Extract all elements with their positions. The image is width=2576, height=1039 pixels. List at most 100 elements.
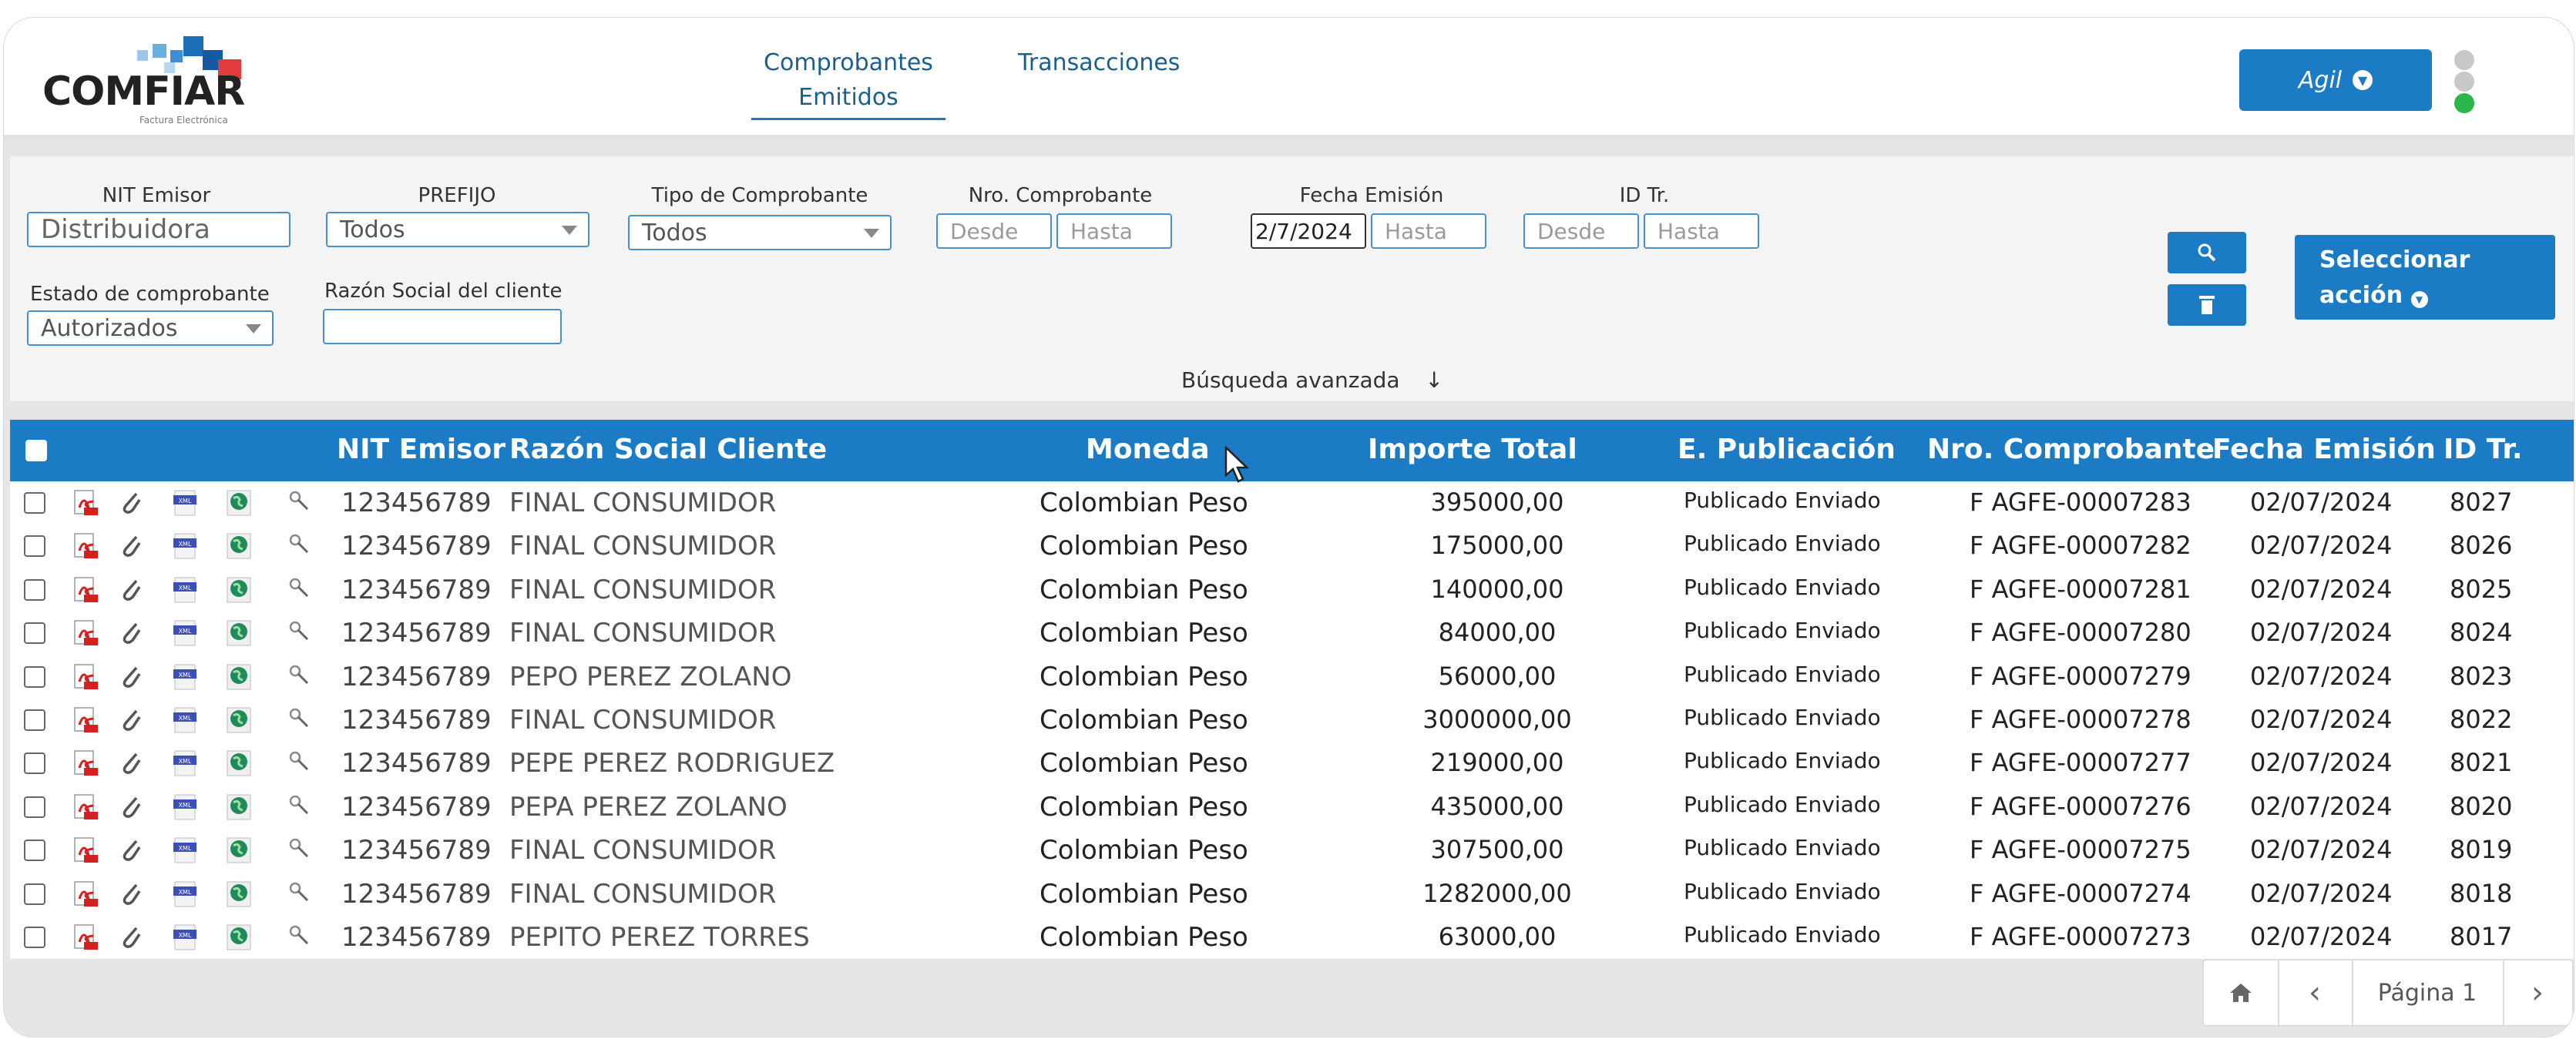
xml-icon[interactable]: XML — [172, 619, 198, 650]
row-checkbox[interactable] — [24, 840, 45, 862]
row-checkbox[interactable] — [24, 883, 45, 905]
pdf-icon[interactable] — [73, 706, 99, 737]
xml-icon[interactable]: XML — [172, 923, 198, 954]
xml-icon[interactable]: XML — [172, 880, 198, 911]
table-row[interactable]: XML 123456789 PEPE PEREZ RODRIGUEZ Colombia… — [10, 742, 2574, 785]
search-icon[interactable] — [287, 576, 311, 602]
table-row[interactable]: XML 123456789 PEPA PEREZ ZOLANO Colombian P… — [10, 786, 2574, 829]
table-row[interactable]: XML 123456789 FINAL CONSUMIDOR Colombian Pe… — [10, 481, 2574, 525]
xml-icon[interactable]: XML — [172, 793, 198, 824]
row-checkbox[interactable] — [24, 709, 45, 731]
search-button[interactable] — [2168, 232, 2246, 273]
xml-icon[interactable]: XML — [172, 749, 198, 780]
column-header-publicacion[interactable]: E. Publicación — [1678, 434, 1896, 465]
search-icon[interactable] — [287, 532, 311, 558]
column-header-nit[interactable]: NIT Emisor — [337, 434, 505, 465]
xml-icon[interactable]: XML — [172, 836, 198, 867]
attachment-icon[interactable] — [119, 576, 143, 605]
pdf-icon[interactable] — [73, 749, 99, 780]
globe-icon[interactable] — [226, 836, 252, 867]
pdf-icon[interactable] — [73, 923, 99, 954]
table-row[interactable]: XML 123456789 FINAL CONSUMIDOR Colombian Pe… — [10, 873, 2574, 916]
row-checkbox[interactable] — [24, 578, 45, 601]
globe-icon[interactable] — [226, 663, 252, 694]
tab-comprobantes-emitidos[interactable]: Comprobantes Emitidos — [751, 45, 945, 120]
column-header-nro[interactable]: Nro. Comprobante — [1927, 434, 2215, 465]
previous-page-button[interactable]: ‹ — [2278, 960, 2353, 1025]
column-header-fecha[interactable]: Fecha Emisión — [2212, 434, 2436, 465]
attachment-icon[interactable] — [119, 489, 143, 518]
search-icon[interactable] — [287, 706, 311, 732]
nro-desde-input[interactable]: Desde — [936, 213, 1052, 249]
pdf-icon[interactable] — [73, 532, 99, 563]
xml-icon[interactable]: XML — [172, 706, 198, 737]
attachment-icon[interactable] — [119, 880, 143, 910]
attachment-icon[interactable] — [119, 663, 143, 692]
globe-icon[interactable] — [226, 880, 252, 911]
user-menu-button[interactable]: Agil ▼ — [2239, 49, 2432, 111]
tipo-comprobante-select[interactable]: Todos — [628, 215, 892, 250]
row-checkbox[interactable] — [24, 796, 45, 818]
globe-icon[interactable] — [226, 619, 252, 650]
table-row[interactable]: XML 123456789 FINAL CONSUMIDOR Colombian Pe… — [10, 568, 2574, 612]
attachment-icon[interactable] — [119, 836, 143, 866]
pdf-icon[interactable] — [73, 793, 99, 824]
globe-icon[interactable] — [226, 793, 252, 824]
row-checkbox[interactable] — [24, 752, 45, 775]
pdf-icon[interactable] — [73, 489, 99, 520]
idtr-desde-input[interactable]: Desde — [1523, 213, 1639, 249]
table-row[interactable]: XML 123456789 FINAL CONSUMIDOR Colombian Pe… — [10, 525, 2574, 568]
globe-icon[interactable] — [226, 576, 252, 607]
column-header-moneda[interactable]: Moneda — [1086, 434, 1210, 465]
first-page-button[interactable] — [2204, 960, 2279, 1025]
xml-icon[interactable]: XML — [172, 576, 198, 607]
attachment-icon[interactable] — [119, 923, 143, 953]
pdf-icon[interactable] — [73, 836, 99, 867]
xml-icon[interactable]: XML — [172, 489, 198, 520]
table-row[interactable]: XML 123456789 PEPITO PEREZ TORRES Colombian… — [10, 916, 2574, 959]
search-icon[interactable] — [287, 793, 311, 819]
attachment-icon[interactable] — [119, 706, 143, 736]
search-icon[interactable] — [287, 880, 311, 907]
fecha-hasta-input[interactable]: Hasta — [1371, 213, 1486, 249]
attachment-icon[interactable] — [119, 749, 143, 779]
xml-icon[interactable]: XML — [172, 663, 198, 694]
row-checkbox[interactable] — [24, 665, 45, 688]
nro-hasta-input[interactable]: Hasta — [1056, 213, 1172, 249]
attachment-icon[interactable] — [119, 793, 143, 823]
table-row[interactable]: XML 123456789 PEPO PEREZ ZOLANO Colombian P… — [10, 655, 2574, 699]
pdf-icon[interactable] — [73, 619, 99, 650]
select-action-button[interactable]: Seleccionar acción ▼ — [2295, 235, 2555, 320]
globe-icon[interactable] — [226, 749, 252, 780]
idtr-hasta-input[interactable]: Hasta — [1644, 213, 1759, 249]
globe-icon[interactable] — [226, 532, 252, 563]
estado-select[interactable]: Autorizados — [27, 310, 274, 346]
select-all-checkbox[interactable] — [25, 440, 47, 461]
clear-filters-button[interactable] — [2168, 284, 2246, 326]
search-icon[interactable] — [287, 663, 311, 689]
column-header-razon[interactable]: Razón Social Cliente — [509, 434, 827, 465]
nit-emisor-input[interactable]: Distribuidora — [27, 212, 291, 247]
row-checkbox[interactable] — [24, 927, 45, 948]
attachment-icon[interactable] — [119, 619, 143, 649]
tab-transacciones[interactable]: Transacciones — [1018, 45, 1180, 80]
globe-icon[interactable] — [226, 706, 252, 737]
pdf-icon[interactable] — [73, 663, 99, 694]
search-icon[interactable] — [287, 836, 311, 863]
table-row[interactable]: XML 123456789 FINAL CONSUMIDOR Colombian Pe… — [10, 699, 2574, 742]
search-icon[interactable] — [287, 923, 311, 950]
column-header-id[interactable]: ID Tr. — [2443, 434, 2523, 465]
row-checkbox[interactable] — [24, 535, 45, 558]
next-page-button[interactable]: › — [2503, 960, 2572, 1025]
row-checkbox[interactable] — [24, 622, 45, 645]
globe-icon[interactable] — [226, 489, 252, 520]
razon-social-input[interactable] — [323, 309, 562, 344]
prefijo-select[interactable]: Todos — [326, 212, 589, 247]
globe-icon[interactable] — [226, 923, 252, 954]
pdf-icon[interactable] — [73, 576, 99, 607]
search-icon[interactable] — [287, 749, 311, 776]
advanced-search-toggle[interactable]: Búsqueda avanzada ↓ — [1181, 367, 1443, 393]
row-checkbox[interactable] — [24, 492, 45, 514]
column-header-importe[interactable]: Importe Total — [1368, 434, 1577, 465]
fecha-desde-input[interactable]: 2/7/2024 — [1251, 213, 1366, 249]
